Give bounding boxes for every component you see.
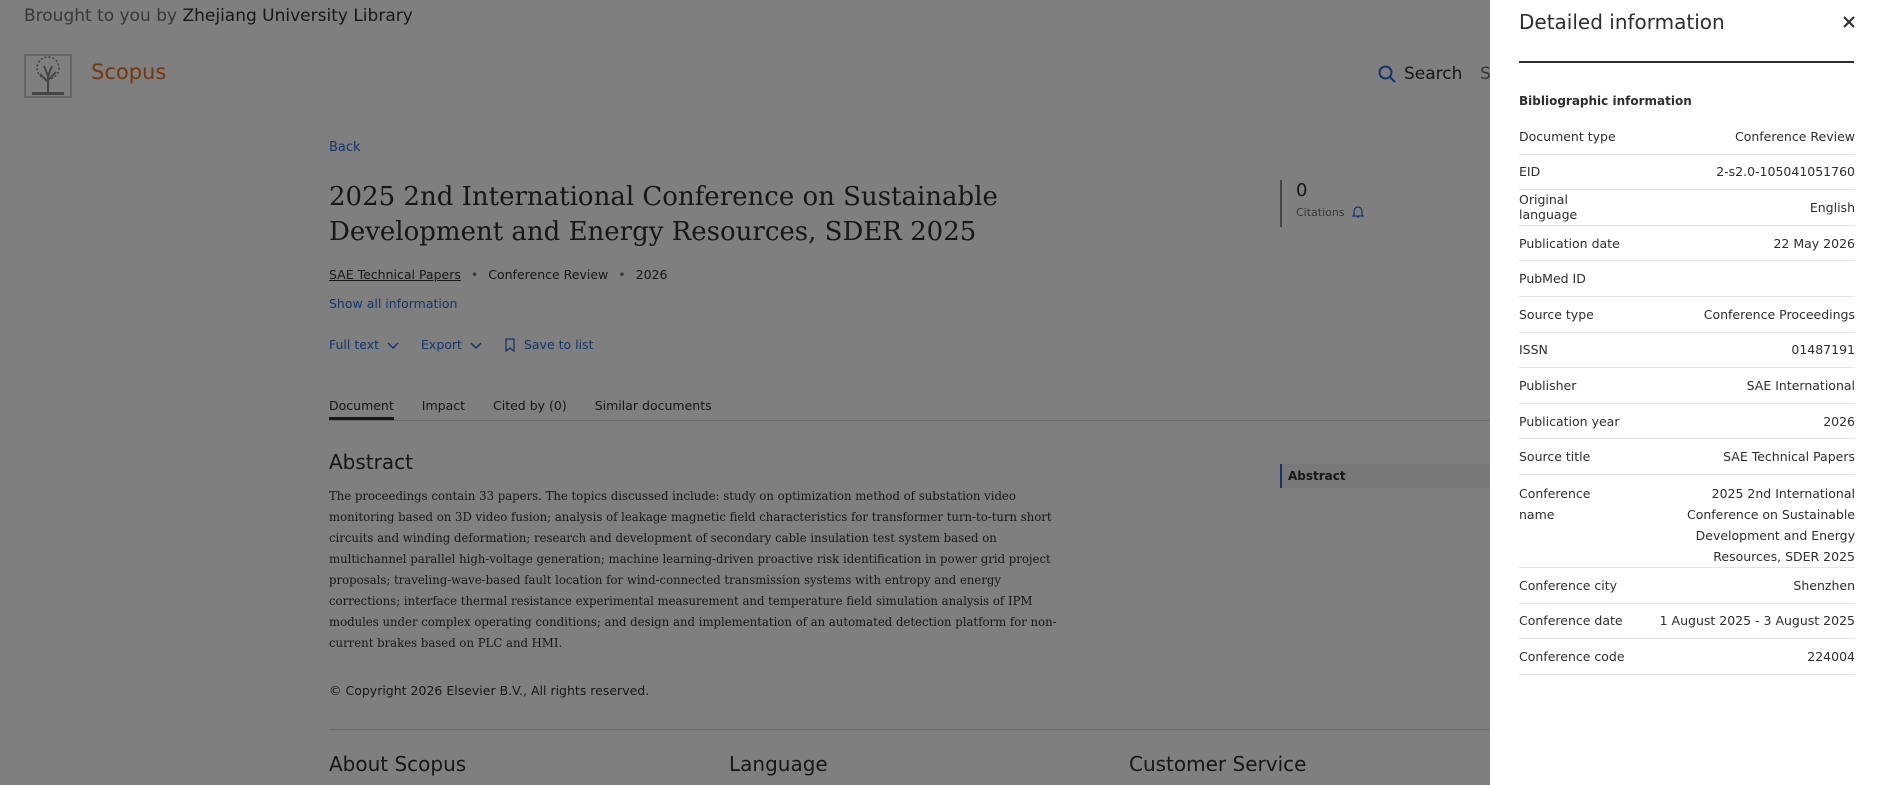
detail-key: Publication year — [1519, 413, 1620, 429]
detail-row: Conference city Shenzhen — [1519, 568, 1855, 604]
detail-row: Publisher SAE International — [1519, 368, 1855, 404]
detail-key: Conference name — [1519, 485, 1591, 522]
detail-row: Original language English — [1519, 190, 1855, 226]
detail-value: 2026 — [1823, 413, 1855, 429]
detail-value: Conference Review — [1734, 128, 1855, 144]
detail-key: ISSN — [1519, 342, 1548, 358]
close-icon[interactable] — [1839, 12, 1859, 32]
detail-row: Conference name 2025 2nd International Co… — [1519, 475, 1855, 568]
detail-key: Source type — [1519, 306, 1594, 322]
bibliographic-section-heading: Bibliographic information — [1519, 94, 1692, 108]
detail-key: Source title — [1519, 449, 1591, 465]
detail-value: 01487191 — [1791, 342, 1855, 358]
detail-value: Conference Proceedings — [1703, 306, 1855, 322]
panel-title: Detailed information — [1519, 10, 1725, 34]
detail-key: EID — [1519, 164, 1541, 180]
detail-row: Publication year 2026 — [1519, 404, 1855, 440]
detail-key: Conference code — [1519, 648, 1625, 664]
detail-value: English — [1809, 199, 1855, 215]
detail-row: Conference code 224004 — [1519, 639, 1855, 675]
detail-value: 224004 — [1807, 648, 1855, 664]
detail-key: Publication date — [1519, 235, 1620, 251]
detail-value: Shenzhen — [1793, 577, 1855, 593]
detail-key: Original language — [1519, 192, 1578, 223]
detail-row: Conference date 1 August 2025 - 3 August … — [1519, 604, 1855, 640]
panel-divider — [1519, 61, 1854, 63]
detail-key: PubMed ID — [1519, 271, 1586, 287]
detail-value: SAE Technical Papers — [1723, 449, 1855, 465]
detail-row: PubMed ID — [1519, 261, 1855, 297]
detail-value: 2-s2.0-105041051760 — [1716, 164, 1855, 180]
modal-backdrop[interactable] — [0, 0, 1490, 785]
detail-key: Conference city — [1519, 577, 1618, 593]
detail-key: Publisher — [1519, 377, 1577, 393]
detail-key: Conference date — [1519, 613, 1623, 629]
detail-value: 2025 2nd International Conference on Sus… — [1686, 485, 1855, 564]
detail-row: ISSN 01487191 — [1519, 333, 1855, 369]
detail-row: Publication date 22 May 2026 — [1519, 226, 1855, 262]
detail-value: 22 May 2026 — [1773, 235, 1855, 251]
detailed-information-panel: Detailed information Bibliographic infor… — [1490, 0, 1877, 785]
detail-value: 1 August 2025 - 3 August 2025 — [1659, 613, 1855, 629]
detail-row: EID 2-s2.0-105041051760 — [1519, 155, 1855, 191]
detail-row: Source type Conference Proceedings — [1519, 297, 1855, 333]
detail-row: Source title SAE Technical Papers — [1519, 439, 1855, 475]
detail-key: Document type — [1519, 128, 1616, 144]
detail-row: Document type Conference Review — [1519, 119, 1855, 155]
bibliographic-rows: Document type Conference Review EID 2-s2.0… — [1519, 119, 1855, 675]
detail-value: SAE International — [1746, 377, 1855, 393]
